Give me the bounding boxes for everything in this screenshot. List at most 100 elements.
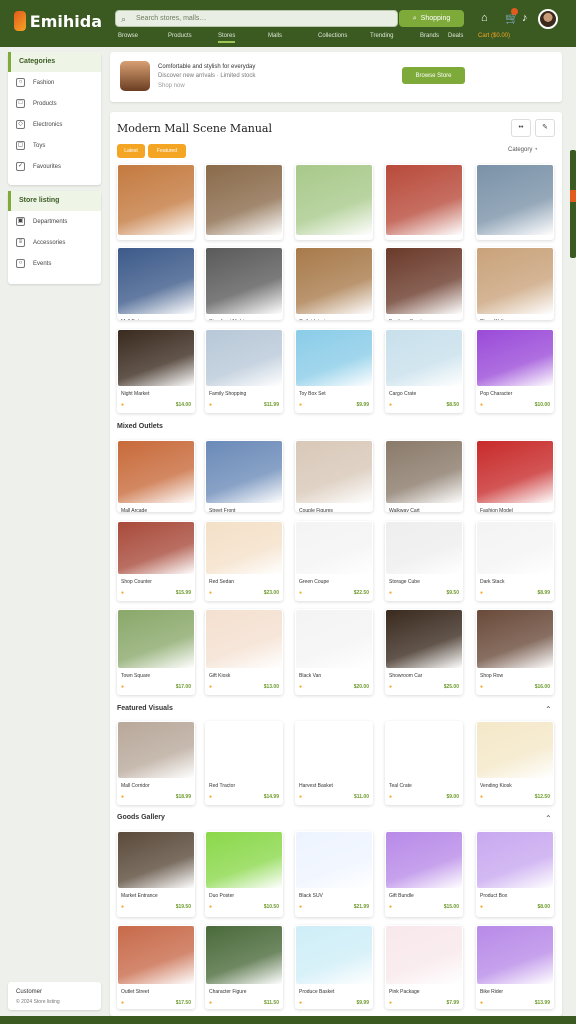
product-card[interactable]: Pop Character ● $10.00 bbox=[476, 329, 554, 413]
promo-button[interactable]: Browse Store bbox=[402, 67, 465, 84]
sidebar-item[interactable]: ◇ Electronics bbox=[8, 114, 101, 135]
product-card[interactable]: Mall Corridor ● $18.99 bbox=[117, 721, 195, 805]
product-image bbox=[386, 248, 462, 314]
page-scrollbar[interactable] bbox=[570, 150, 576, 258]
nav-item[interactable]: Brands bbox=[420, 33, 439, 39]
product-card[interactable]: Walkway Cart●$14.50 bbox=[385, 440, 463, 512]
product-name: Character Figure bbox=[209, 989, 247, 995]
product-card[interactable]: Shop Row ● $16.00 bbox=[476, 609, 554, 695]
product-card[interactable]: Night Market ● $14.00 bbox=[117, 329, 195, 413]
nav-item[interactable]: Stores bbox=[218, 33, 236, 43]
product-card[interactable]: Duo Poster ● $10.50 bbox=[205, 831, 283, 917]
product-card[interactable]: Outlet Street ● $17.50 bbox=[117, 925, 195, 1009]
product-card[interactable]: Gift Bundle ● $15.00 bbox=[385, 831, 463, 917]
product-price: $15.00 bbox=[443, 904, 459, 910]
sidebar-item[interactable]: ▢ Toys bbox=[8, 135, 101, 156]
product-card[interactable]: Harvest Basket ● $11.00 bbox=[295, 721, 373, 805]
product-card[interactable]: Pink Package ● $7.99 bbox=[385, 925, 463, 1009]
sidebar-item[interactable]: ✓ Favourites bbox=[8, 156, 101, 177]
product-card[interactable]: Retail Concourse●$19.99 bbox=[205, 164, 283, 240]
main-nav: Browse Products Stores Malls Collections Tren… bbox=[0, 28, 576, 47]
collapse-icon[interactable]: ⌃ bbox=[545, 705, 552, 714]
product-price: $15.99 bbox=[175, 590, 191, 596]
bottom-bar bbox=[0, 1016, 576, 1024]
search-button[interactable]: ⌕ Shopping bbox=[399, 10, 464, 27]
sidebar-item[interactable]: ▣ Departments bbox=[8, 211, 101, 232]
product-name: Couple Figures bbox=[299, 508, 333, 512]
product-price: $7.99 bbox=[446, 1000, 459, 1006]
product-card[interactable]: Dark Stack ● $8.99 bbox=[476, 521, 554, 601]
product-card[interactable]: Outlet Interior●$16.00 bbox=[295, 247, 373, 320]
product-card[interactable]: Plaza Walkway●$13.50 bbox=[476, 247, 554, 320]
product-card[interactable]: Teal Crate ● $9.00 bbox=[385, 721, 463, 805]
product-card[interactable]: Toy Box Set ● $9.99 bbox=[295, 329, 373, 413]
sidebar-item[interactable]: ○ Fashion bbox=[8, 72, 101, 93]
product-card[interactable]: Red Tractor ● $14.99 bbox=[205, 721, 283, 805]
product-card[interactable]: Family Shopping ● $11.99 bbox=[205, 329, 283, 413]
product-name: Boutique Front bbox=[389, 319, 459, 320]
product-card[interactable]: Character Figure ● $11.50 bbox=[205, 925, 283, 1009]
product-price: $21.99 bbox=[353, 904, 369, 910]
product-card[interactable]: Parking Lot View●$15.00 bbox=[476, 164, 554, 240]
sort-dropdown[interactable]: Category ◔ bbox=[508, 147, 538, 153]
sidebar-item[interactable]: ○ Events bbox=[8, 253, 101, 274]
product-image bbox=[296, 441, 372, 503]
product-card[interactable]: Product Box ● $8.00 bbox=[476, 831, 554, 917]
scroll-thumb[interactable] bbox=[570, 190, 576, 202]
product-card[interactable]: Town Square ● $17.00 bbox=[117, 609, 195, 695]
rating-icon: ● bbox=[121, 794, 125, 800]
more-options-icon[interactable]: •• bbox=[511, 119, 531, 137]
chip-featured[interactable]: Featured bbox=[148, 144, 186, 158]
product-name: Market Entrance bbox=[121, 893, 158, 899]
rating-icon: ● bbox=[209, 1000, 213, 1006]
nav-item[interactable]: Collections bbox=[318, 33, 347, 39]
nav-item[interactable]: Cart ($0.00) bbox=[478, 33, 510, 39]
product-card[interactable]: Showroom Car ● $25.00 bbox=[385, 609, 463, 695]
product-image bbox=[118, 722, 194, 778]
nav-item[interactable]: Products bbox=[168, 33, 192, 39]
product-name: Product Box bbox=[480, 893, 508, 899]
rating-icon: ● bbox=[209, 794, 213, 800]
nav-item[interactable]: Browse bbox=[118, 33, 138, 39]
search-input[interactable]: ⌕ Search stores, malls… bbox=[115, 10, 398, 27]
edit-icon[interactable]: ✎ bbox=[535, 119, 555, 137]
product-card[interactable]: Store Display Set●$12.00 bbox=[295, 164, 373, 240]
user-avatar[interactable] bbox=[538, 9, 558, 29]
product-card[interactable]: Mall Entrance●$21.00 bbox=[117, 247, 195, 320]
product-price: $9.00 bbox=[446, 794, 459, 800]
product-card[interactable]: Busy Shopping Lane●$18.50 bbox=[385, 164, 463, 240]
product-card[interactable]: Bike Rider ● $13.99 bbox=[476, 925, 554, 1009]
product-card[interactable]: Cargo Crate ● $8.50 bbox=[385, 329, 463, 413]
product-card[interactable]: Boutique Front●$22.00 bbox=[385, 247, 463, 320]
product-card[interactable]: Gift Kiosk ● $13.00 bbox=[205, 609, 283, 695]
nav-item[interactable]: Deals bbox=[448, 33, 463, 39]
product-card[interactable]: Vending Kiosk ● $12.50 bbox=[476, 721, 554, 805]
nav-item[interactable]: Trending bbox=[370, 33, 393, 39]
product-card[interactable]: Mall Arcade●$18.00 bbox=[117, 440, 195, 512]
product-card[interactable]: Storefront Night●$17.99 bbox=[205, 247, 283, 320]
product-card[interactable]: Shop Counter ● $15.99 bbox=[117, 521, 195, 601]
product-card[interactable]: Black SUV ● $21.99 bbox=[295, 831, 373, 917]
collapse-icon[interactable]: ⌃ bbox=[545, 814, 552, 823]
product-card[interactable]: Market Entrance ● $19.50 bbox=[117, 831, 195, 917]
product-card[interactable]: Storage Cube ● $9.50 bbox=[385, 521, 463, 601]
product-card[interactable]: Black Van ● $20.00 bbox=[295, 609, 373, 695]
store-icon[interactable]: ⌂ bbox=[481, 12, 488, 24]
nav-item[interactable]: Malls bbox=[268, 33, 282, 39]
chip-latest[interactable]: Latest bbox=[117, 144, 145, 158]
footer-line-2: © 2024 Store listing bbox=[16, 999, 60, 1005]
product-card[interactable]: Fashion Model●$19.00 bbox=[476, 440, 554, 512]
product-price: $11.00 bbox=[353, 794, 369, 800]
sidebar-item[interactable]: □ Products bbox=[8, 93, 101, 114]
product-card[interactable]: Produce Basket ● $9.99 bbox=[295, 925, 373, 1009]
product-card[interactable]: Couple Figures●$12.99 bbox=[295, 440, 373, 512]
rating-icon: ● bbox=[389, 590, 393, 596]
product-card[interactable]: Red Sedan ● $23.00 bbox=[205, 521, 283, 601]
sidebar-item[interactable]: ≡ Accessories bbox=[8, 232, 101, 253]
promo-line-2: Discover new arrivals · Limited stock bbox=[158, 73, 256, 79]
sidebar-item-icon: ▢ bbox=[16, 141, 25, 150]
bell-icon[interactable]: ♪ bbox=[522, 12, 528, 24]
product-card[interactable]: Street Front●$16.50 bbox=[205, 440, 283, 512]
product-card[interactable]: Green Coupe ● $22.50 bbox=[295, 521, 373, 601]
product-card[interactable]: Mall Storefront●$24.99 bbox=[117, 164, 195, 240]
